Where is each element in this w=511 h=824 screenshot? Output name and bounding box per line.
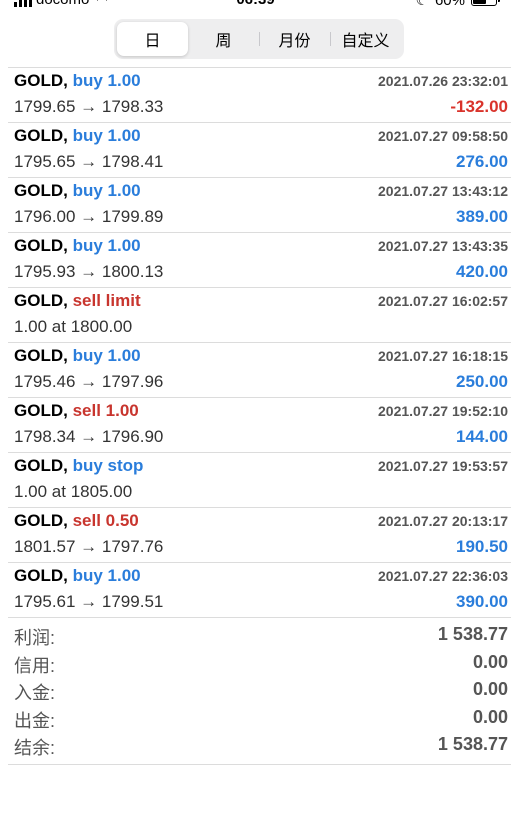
summary-row: 利润: 1 538.77 xyxy=(8,622,511,650)
order-date: 2021.07.27 19:52:10 xyxy=(378,403,508,419)
order-profit: 144.00 xyxy=(456,427,508,446)
order-date: 2021.07.27 13:43:35 xyxy=(378,238,508,254)
list-item[interactable]: GOLD, buy 1.00 2021.07.27 09:58:50 1795.65… xyxy=(8,123,511,178)
tab-month[interactable]: 月份 xyxy=(259,22,330,56)
order-action: sell 0.50 xyxy=(72,511,139,530)
order-prices: 1795.65 → 1798.41 xyxy=(14,152,164,171)
summary-row: 入金: 0.00 xyxy=(8,677,511,705)
order-date: 2021.07.27 20:13:17 xyxy=(378,513,508,529)
order-symbol: GOLD, xyxy=(14,566,68,585)
order-prices: 1801.57 → 1797.76 xyxy=(14,537,164,556)
account-summary: 利润: 1 538.77 信用: 0.00 入金: 0.00 出金: 0.00 结余: 1 538… xyxy=(8,622,511,765)
list-item[interactable]: GOLD, buy 1.00 2021.07.26 23:32:01 1799.65… xyxy=(8,68,511,123)
summary-row: 结余: 1 538.77 xyxy=(8,732,511,760)
order-title: GOLD, sell 1.00 xyxy=(14,401,139,421)
summary-label: 入金: xyxy=(14,683,56,703)
order-prices: 1795.46 → 1797.96 xyxy=(14,372,164,391)
tab-week[interactable]: 周 xyxy=(188,22,259,56)
order-action: buy 1.00 xyxy=(72,71,141,90)
status-right: ☾ 60% xyxy=(415,0,500,9)
order-title: GOLD, buy 1.00 xyxy=(14,566,141,586)
order-date: 2021.07.26 23:32:01 xyxy=(378,73,508,89)
order-prices: 1798.34 → 1796.90 xyxy=(14,427,164,446)
order-date: 2021.07.27 13:43:12 xyxy=(378,183,508,199)
order-symbol: GOLD, xyxy=(14,346,68,365)
summary-row: 出金: 0.00 xyxy=(8,705,511,733)
list-item[interactable]: GOLD, sell 1.00 2021.07.27 19:52:10 1798.3… xyxy=(8,398,511,453)
order-profit: 250.00 xyxy=(456,372,508,391)
history-list: GOLD, buy 1.00 2021.07.26 23:32:01 1799.65… xyxy=(8,67,511,618)
order-title: GOLD, buy 1.00 xyxy=(14,126,141,146)
order-action: buy stop xyxy=(72,456,144,475)
order-prices: 1796.00 → 1799.89 xyxy=(14,207,164,226)
list-item[interactable]: GOLD, buy 1.00 2021.07.27 22:36:03 1795.61… xyxy=(8,563,511,618)
order-title: GOLD, sell 0.50 xyxy=(14,511,139,531)
tab-day[interactable]: 日 xyxy=(117,22,188,56)
order-title: GOLD, buy 1.00 xyxy=(14,71,141,91)
order-title: GOLD, buy 1.00 xyxy=(14,346,141,366)
order-action: buy 1.00 xyxy=(72,566,141,585)
order-profit: -132.00 xyxy=(450,97,508,116)
battery-percent: 60% xyxy=(434,0,465,9)
summary-row: 信用: 0.00 xyxy=(8,650,511,678)
order-prices: 1795.93 → 1800.13 xyxy=(14,262,164,281)
order-prices: 1.00 at 1800.00 xyxy=(14,317,133,336)
order-symbol: GOLD, xyxy=(14,511,68,530)
order-date: 2021.07.27 16:18:15 xyxy=(378,348,508,364)
order-prices: 1795.61 → 1799.51 xyxy=(14,592,164,611)
order-symbol: GOLD, xyxy=(14,401,68,420)
summary-value: 1 538.77 xyxy=(437,624,508,644)
order-date: 2021.07.27 16:02:57 xyxy=(378,293,508,309)
summary-value: 0.00 xyxy=(472,706,508,727)
order-symbol: GOLD, xyxy=(14,126,68,145)
order-title: GOLD, buy 1.00 xyxy=(14,236,141,256)
order-action: sell 1.00 xyxy=(72,401,139,420)
order-action: buy 1.00 xyxy=(72,346,141,365)
order-profit: 389.00 xyxy=(456,207,508,226)
summary-label: 出金: xyxy=(14,710,56,731)
order-title: GOLD, sell limit xyxy=(14,291,141,311)
order-action: buy 1.00 xyxy=(72,181,141,200)
battery-icon xyxy=(471,0,500,6)
list-item[interactable]: GOLD, sell limit 2021.07.27 16:02:57 1.00 … xyxy=(8,288,511,343)
summary-value: 1 538.77 xyxy=(437,734,508,754)
order-profit: 190.50 xyxy=(456,537,508,556)
summary-label: 结余: xyxy=(14,738,56,758)
moon-icon: ☾ xyxy=(415,0,429,9)
summary-label: 利润: xyxy=(14,628,56,648)
list-item[interactable]: GOLD, buy 1.00 2021.07.27 16:18:15 1795.46… xyxy=(8,343,511,398)
status-bar: docomo ◠ 06:39 ☾ 60% xyxy=(0,0,511,9)
period-segmented-control: 日 周 月份 自定义 xyxy=(114,19,404,59)
summary-value: 0.00 xyxy=(472,679,508,699)
order-action: buy 1.00 xyxy=(72,126,141,145)
list-item[interactable]: GOLD, buy stop 2021.07.27 19:53:57 1.00 at… xyxy=(8,453,511,508)
order-symbol: GOLD, xyxy=(14,71,68,90)
order-action: buy 1.00 xyxy=(72,236,141,255)
order-date: 2021.07.27 09:58:50 xyxy=(378,128,508,144)
order-date: 2021.07.27 19:53:57 xyxy=(378,458,508,474)
order-date: 2021.07.27 22:36:03 xyxy=(378,568,508,584)
order-title: GOLD, buy 1.00 xyxy=(14,181,141,201)
order-profit: 276.00 xyxy=(456,152,508,171)
list-item[interactable]: GOLD, buy 1.00 2021.07.27 13:43:12 1796.00… xyxy=(8,178,511,233)
order-action: sell limit xyxy=(72,291,141,310)
order-symbol: GOLD, xyxy=(14,456,68,475)
summary-value: 0.00 xyxy=(472,651,508,672)
order-prices: 1.00 at 1805.00 xyxy=(14,482,133,501)
summary-label: 信用: xyxy=(14,655,56,676)
order-symbol: GOLD, xyxy=(14,236,68,255)
list-item[interactable]: GOLD, sell 0.50 2021.07.27 20:13:17 1801.5… xyxy=(8,508,511,563)
order-profit: 420.00 xyxy=(456,262,508,281)
order-prices: 1799.65 → 1798.33 xyxy=(14,97,164,116)
order-symbol: GOLD, xyxy=(14,291,68,310)
order-symbol: GOLD, xyxy=(14,181,68,200)
list-item[interactable]: GOLD, buy 1.00 2021.07.27 13:43:35 1795.93… xyxy=(8,233,511,288)
order-title: GOLD, buy stop xyxy=(14,456,143,476)
tab-custom[interactable]: 自定义 xyxy=(330,22,401,56)
order-profit: 390.00 xyxy=(456,592,508,611)
